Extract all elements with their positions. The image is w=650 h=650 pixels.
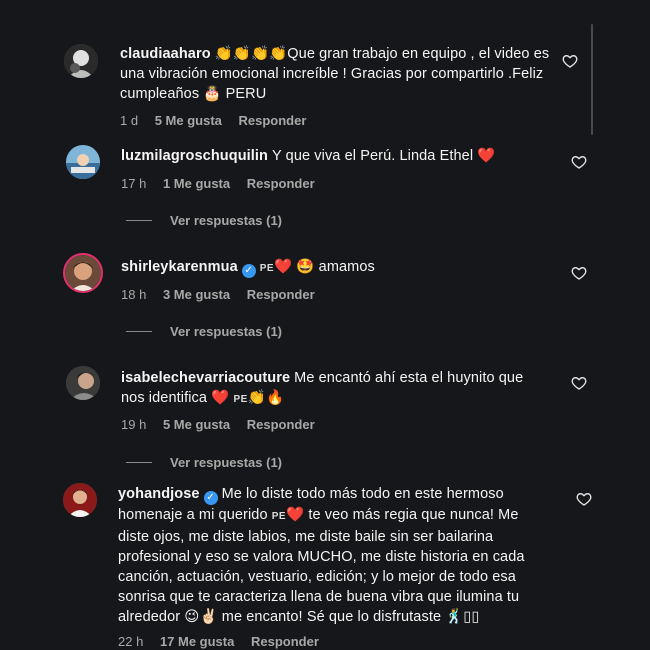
- comment-text: ❤️ 🤩 amamos: [274, 259, 375, 275]
- avatar[interactable]: [66, 145, 100, 179]
- avatar-photo-icon: [66, 145, 100, 179]
- avatar-photo-icon: [63, 483, 97, 517]
- comment-username[interactable]: yohandjose: [118, 486, 200, 502]
- replies-divider: [126, 331, 152, 332]
- replies-divider: [126, 220, 152, 221]
- comments-panel: claudiaaharo 👏👏👏👏Que gran trabajo en equi…: [0, 0, 650, 650]
- comment-meta: 1 d 5 Me gusta Responder: [120, 113, 319, 128]
- view-replies-button[interactable]: Ver respuestas (1): [126, 324, 282, 339]
- reply-button[interactable]: Responder: [247, 176, 315, 191]
- reply-button[interactable]: Responder: [251, 634, 319, 649]
- comment-likes[interactable]: 5 Me gusta: [163, 417, 230, 432]
- avatar[interactable]: [66, 366, 100, 400]
- comment-time: 22 h: [118, 634, 144, 649]
- flag-pe-icon: PE: [259, 263, 275, 274]
- avatar-photo-icon: [65, 255, 101, 291]
- avatar[interactable]: [64, 44, 98, 78]
- view-replies-button[interactable]: Ver respuestas (1): [126, 455, 282, 470]
- comment-time: 17 h: [121, 176, 147, 191]
- comment-text-end: ❤️ te veo más regia que nunca! Me diste …: [118, 507, 525, 625]
- heart-outline-icon[interactable]: [562, 53, 578, 69]
- comment-username[interactable]: shirleykarenmua: [121, 259, 238, 275]
- comment-text: Y que viva el Perú. Linda Ethel ❤️: [272, 148, 496, 164]
- comment-body: isabelechevarriacouture Me encantó ahí es…: [121, 368, 551, 410]
- comment-body: claudiaaharo 👏👏👏👏Que gran trabajo en equi…: [120, 44, 560, 104]
- verified-badge-icon: ✓: [241, 264, 256, 278]
- flag-pe-icon: PE: [233, 394, 248, 405]
- reply-button[interactable]: Responder: [247, 287, 315, 302]
- comment-body: luzmilagroschuquilin Y que viva el Perú. …: [121, 146, 561, 166]
- reply-button[interactable]: Responder: [247, 417, 315, 432]
- comment-meta: 17 h 1 Me gusta Responder: [121, 176, 328, 191]
- comment-body: shirleykarenmua ✓ PE❤️ 🤩 amamos: [121, 257, 561, 279]
- comment-time: 18 h: [121, 287, 147, 302]
- avatar[interactable]: [63, 483, 97, 517]
- comment-time: 1 d: [120, 113, 139, 128]
- comment-time: 19 h: [121, 417, 147, 432]
- heart-outline-icon[interactable]: [576, 491, 592, 507]
- view-replies-label[interactable]: Ver respuestas (1): [170, 455, 282, 470]
- heart-outline-icon[interactable]: [571, 265, 587, 281]
- comment-username[interactable]: luzmilagroschuquilin: [121, 148, 268, 164]
- reply-button[interactable]: Responder: [239, 113, 307, 128]
- replies-divider: [126, 462, 152, 463]
- view-replies-button[interactable]: Ver respuestas (1): [126, 213, 282, 228]
- comment-text-end: 👏🔥: [247, 390, 285, 406]
- verified-badge-icon: ✓: [203, 491, 218, 505]
- comment-likes[interactable]: 17 Me gusta: [160, 634, 234, 649]
- heart-outline-icon[interactable]: [571, 154, 587, 170]
- flag-pe-icon: PE: [271, 511, 287, 522]
- comment-likes[interactable]: 5 Me gusta: [155, 113, 222, 128]
- comment-likes[interactable]: 1 Me gusta: [163, 176, 230, 191]
- scrollbar[interactable]: [591, 24, 593, 135]
- avatar[interactable]: [63, 253, 103, 293]
- comment-username[interactable]: claudiaaharo: [120, 46, 211, 62]
- view-replies-label[interactable]: Ver respuestas (1): [170, 213, 282, 228]
- comment-likes[interactable]: 3 Me gusta: [163, 287, 230, 302]
- comment-body: yohandjose ✓ Me lo diste todo más todo en …: [118, 484, 552, 627]
- comment-meta: 22 h 17 Me gusta Responder: [118, 634, 332, 649]
- view-replies-label[interactable]: Ver respuestas (1): [170, 324, 282, 339]
- comment-meta: 19 h 5 Me gusta Responder: [121, 417, 328, 432]
- avatar-photo-icon: [64, 44, 98, 78]
- avatar-photo-icon: [66, 366, 100, 400]
- comment-meta: 18 h 3 Me gusta Responder: [121, 287, 328, 302]
- comment-username[interactable]: isabelechevarriacouture: [121, 370, 290, 386]
- heart-outline-icon[interactable]: [571, 375, 587, 391]
